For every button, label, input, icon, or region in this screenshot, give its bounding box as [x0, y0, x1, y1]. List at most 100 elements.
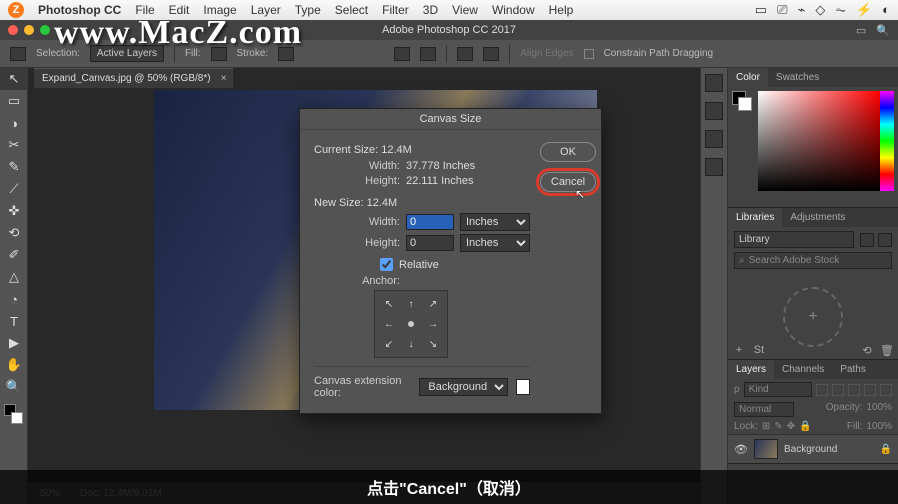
panel-icon[interactable]	[705, 158, 723, 176]
tool-preset-icon[interactable]	[10, 47, 26, 61]
color-field[interactable]	[758, 91, 880, 191]
document-tab[interactable]: Expand_Canvas.jpg @ 50% (RGB/8*) ×	[34, 68, 233, 88]
filter-icon[interactable]	[848, 384, 860, 396]
zoom-tool[interactable]: 🔍	[0, 376, 28, 398]
library-search-input[interactable]: ⌕ Search Adobe Stock	[734, 252, 892, 269]
lock-icon[interactable]: ⊞	[762, 421, 770, 432]
foreground-background-swatch[interactable]	[4, 404, 23, 424]
clone-tool[interactable]: ⟲	[0, 222, 28, 244]
search-icon[interactable]: 🔍	[876, 24, 890, 37]
gradient-tool[interactable]: △	[0, 266, 28, 288]
pencil-tool[interactable]: ✐	[0, 244, 28, 266]
grid-view-icon[interactable]	[860, 233, 874, 247]
menu-help[interactable]: Help	[549, 3, 574, 17]
cancel-button[interactable]: Cancel ↖	[540, 172, 596, 192]
layer-name[interactable]: Background	[784, 444, 837, 455]
menu-view[interactable]: View	[452, 3, 478, 17]
lock-icon[interactable]: 🔒	[799, 421, 811, 432]
panel-icon[interactable]	[705, 130, 723, 148]
status-icon[interactable]: ⏦	[835, 2, 846, 18]
lock-icon[interactable]: 🔒	[880, 444, 892, 455]
window-controls[interactable]	[8, 25, 50, 35]
sync-icon[interactable]: ⟲	[860, 343, 874, 357]
stroke-swatch[interactable]	[278, 47, 294, 61]
workspace-icon[interactable]: ▭	[856, 24, 866, 37]
stock-icon[interactable]: St	[752, 343, 766, 357]
tab-paths[interactable]: Paths	[832, 360, 874, 379]
align-icon[interactable]	[394, 47, 410, 61]
extension-color-swatch[interactable]	[516, 379, 530, 395]
hue-slider[interactable]	[880, 91, 894, 191]
list-view-icon[interactable]	[878, 233, 892, 247]
status-icon[interactable]: ▭	[755, 2, 767, 18]
tab-adjustments[interactable]: Adjustments	[782, 208, 853, 227]
width-unit-dropdown[interactable]: Inches	[460, 213, 530, 231]
extension-color-dropdown[interactable]: Background	[419, 378, 508, 396]
ok-button[interactable]: OK	[540, 142, 596, 162]
filter-icon[interactable]	[864, 384, 876, 396]
menu-select[interactable]: Select	[335, 3, 368, 17]
lasso-tool[interactable]: ◑	[0, 112, 28, 134]
fill-pct-value[interactable]: 100%	[866, 421, 892, 432]
library-dropdown[interactable]: Library	[734, 231, 854, 248]
blend-mode-dropdown[interactable]: Normal	[734, 402, 794, 417]
menu-filter[interactable]: Filter	[382, 3, 409, 17]
wifi-icon[interactable]: ◇	[815, 2, 825, 18]
menu-window[interactable]: Window	[492, 3, 535, 17]
menu-type[interactable]: Type	[295, 3, 321, 17]
anchor-grid[interactable]: ↖↑↗ ←→ ↙↓↘	[374, 290, 448, 358]
maximize-icon[interactable]	[40, 25, 50, 35]
brush-tool[interactable]: ⟋	[0, 178, 28, 200]
menu-layer[interactable]: Layer	[251, 3, 281, 17]
height-unit-dropdown[interactable]: Inches	[460, 234, 530, 252]
constrain-checkbox[interactable]	[584, 49, 594, 59]
lock-icon[interactable]: ✥	[787, 421, 795, 432]
path-tool[interactable]: ▶	[0, 332, 28, 354]
opacity-value[interactable]: 100%	[866, 402, 892, 417]
panel-icon[interactable]	[705, 74, 723, 92]
add-icon[interactable]: +	[732, 343, 746, 357]
marquee-tool[interactable]: ▭	[0, 90, 28, 112]
lock-icon[interactable]: ✎	[774, 421, 782, 432]
layer-row[interactable]: 👁 Background 🔒	[728, 434, 898, 463]
status-icon[interactable]: ◐	[882, 2, 890, 18]
tab-color[interactable]: Color	[728, 68, 768, 87]
status-icon[interactable]: ⌁	[798, 2, 806, 18]
type-tool[interactable]: T	[0, 310, 28, 332]
eyedropper-tool[interactable]: ✎	[0, 156, 28, 178]
width-input[interactable]	[406, 214, 454, 230]
close-icon[interactable]	[8, 25, 18, 35]
crop-tool[interactable]: ✂	[0, 134, 28, 156]
hand-tool[interactable]: ✋	[0, 354, 28, 376]
filter-icon[interactable]	[880, 384, 892, 396]
tab-layers[interactable]: Layers	[728, 360, 774, 379]
relative-checkbox[interactable]	[380, 258, 393, 271]
menu-file[interactable]: File	[135, 3, 154, 17]
pathops-icon[interactable]	[457, 47, 473, 61]
move-tool[interactable]: ↖	[0, 68, 28, 90]
align-icon[interactable]	[420, 47, 436, 61]
menu-edit[interactable]: Edit	[169, 3, 190, 17]
visibility-icon[interactable]: 👁	[734, 443, 748, 456]
tab-channels[interactable]: Channels	[774, 360, 832, 379]
filter-icon[interactable]	[832, 384, 844, 396]
panel-icon[interactable]	[705, 102, 723, 120]
tab-libraries[interactable]: Libraries	[728, 208, 782, 227]
mini-swatch[interactable]	[732, 91, 752, 111]
fill-swatch[interactable]	[211, 47, 227, 61]
minimize-icon[interactable]	[24, 25, 34, 35]
status-icon[interactable]: ⎚	[777, 2, 787, 18]
pathops-icon[interactable]	[483, 47, 499, 61]
battery-icon[interactable]: ⚡	[856, 2, 872, 18]
kind-filter[interactable]: Kind	[744, 382, 812, 397]
height-input[interactable]	[406, 235, 454, 251]
menubar-app-name[interactable]: Photoshop CC	[38, 3, 121, 17]
filter-icon[interactable]	[816, 384, 828, 396]
close-tab-icon[interactable]: ×	[221, 73, 227, 84]
tab-swatches[interactable]: Swatches	[768, 68, 827, 87]
menu-image[interactable]: Image	[203, 3, 236, 17]
pen-tool[interactable]: ◔	[0, 288, 28, 310]
selection-dropdown[interactable]: Active Layers	[90, 45, 164, 62]
trash-icon[interactable]: 🗑	[880, 343, 894, 357]
healing-tool[interactable]: ✜	[0, 200, 28, 222]
